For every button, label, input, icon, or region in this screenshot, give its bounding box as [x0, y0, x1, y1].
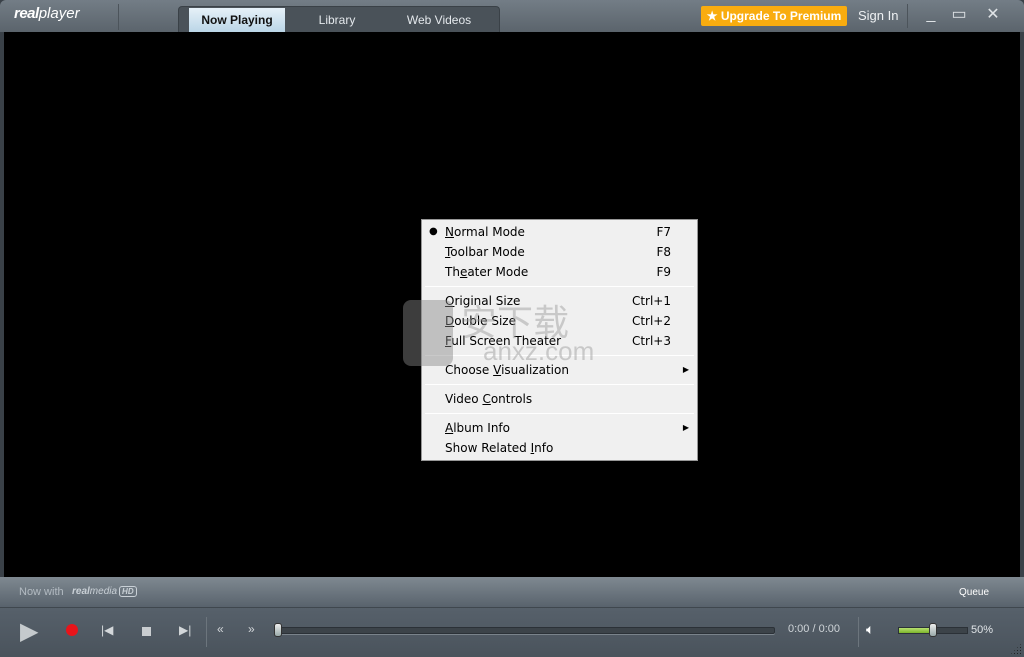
- upgrade-button[interactable]: ★ Upgrade To Premium: [701, 6, 847, 26]
- sign-in-link[interactable]: Sign In: [858, 8, 898, 23]
- play-button[interactable]: ▶: [20, 617, 38, 646]
- previous-button[interactable]: |◀: [101, 623, 113, 637]
- record-button[interactable]: [66, 624, 78, 636]
- realmedia-hd-logo: realmedia HD: [72, 586, 137, 597]
- menu-separator: [425, 286, 694, 287]
- fast-forward-icon: »: [248, 622, 255, 636]
- info-bar: Now with realmedia HD Queue: [0, 577, 1024, 608]
- menu-item-original-size[interactable]: Original Size Ctrl+1: [422, 291, 697, 311]
- volume-fill: [899, 628, 933, 633]
- maximize-button[interactable]: ▭: [948, 5, 970, 25]
- menu-separator: [425, 413, 694, 414]
- volume-percent: 50%: [971, 624, 994, 636]
- next-button[interactable]: ▶|: [179, 623, 191, 637]
- mute-button[interactable]: 🔈︎: [866, 621, 874, 638]
- speaker-icon: 🔈︎: [866, 621, 875, 637]
- shortcut: F9: [656, 265, 671, 279]
- divider: [206, 617, 207, 647]
- bullet-icon: ●: [429, 226, 438, 237]
- shortcut: F8: [656, 245, 671, 259]
- stop-button[interactable]: [142, 627, 151, 636]
- play-icon: ▶: [20, 618, 39, 645]
- menu-item-double-size[interactable]: Double Size Ctrl+2: [422, 311, 697, 331]
- shortcut: Ctrl+2: [631, 314, 671, 328]
- menu-item-theater-mode[interactable]: Theater Mode F9: [422, 262, 697, 282]
- rewind-icon: «: [217, 622, 224, 636]
- title-bar: realplayer Now Playing Library Web Video…: [0, 0, 1024, 33]
- menu-item-toolbar-mode[interactable]: Toolbar Mode F8: [422, 242, 697, 262]
- shortcut: Ctrl+1: [631, 294, 671, 308]
- control-bar: Now with realmedia HD Queue ▶ |◀ ▶| « » 0…: [0, 577, 1024, 657]
- fast-forward-button[interactable]: »: [248, 622, 255, 636]
- submenu-arrow-icon: ▶: [682, 423, 689, 432]
- menu-item-full-screen-theater[interactable]: Full Screen Theater Ctrl+3: [422, 331, 697, 351]
- minimize-button[interactable]: _: [920, 5, 942, 25]
- skip-forward-icon: ▶|: [179, 623, 192, 637]
- logo-bold: real: [14, 5, 39, 22]
- seek-handle[interactable]: [274, 623, 282, 637]
- volume-handle[interactable]: [929, 623, 937, 637]
- upgrade-label: Upgrade To Premium: [720, 9, 842, 23]
- shortcut: Ctrl+3: [631, 334, 671, 348]
- menu-item-show-related-info[interactable]: Show Related Info: [422, 438, 697, 458]
- tab-bar: Now Playing Library Web Videos: [178, 6, 500, 33]
- queue-button[interactable]: Queue: [959, 587, 989, 598]
- menu-item-normal-mode[interactable]: ● Normal Mode F7: [422, 222, 697, 242]
- logo-text: player: [38, 5, 80, 22]
- close-button[interactable]: ✕: [982, 5, 1004, 25]
- menu-item-album-info[interactable]: Album Info ▶: [422, 418, 697, 438]
- star-icon: ★: [706, 9, 718, 23]
- menu-item-choose-visualization[interactable]: Choose Visualization ▶: [422, 360, 697, 380]
- shortcut: F7: [656, 225, 671, 239]
- tab-web-videos[interactable]: Web Videos: [389, 8, 489, 33]
- rewind-button[interactable]: «: [217, 622, 224, 636]
- divider: [118, 4, 119, 30]
- seek-slider[interactable]: [275, 627, 775, 634]
- tab-library[interactable]: Library: [289, 8, 385, 33]
- menu-separator: [425, 384, 694, 385]
- submenu-arrow-icon: ▶: [682, 365, 689, 374]
- divider: [858, 617, 859, 647]
- realplayer-logo: realplayer: [14, 5, 80, 22]
- menu-separator: [425, 355, 694, 356]
- context-menu: ● Normal Mode F7 Toolbar Mode F8 Theater Mo…: [421, 219, 698, 461]
- time-display: 0:00 / 0:00: [788, 623, 840, 635]
- divider: [907, 4, 908, 28]
- resize-grip[interactable]: [1010, 643, 1022, 655]
- skip-back-icon: |◀: [101, 623, 114, 637]
- now-with-label: Now with: [19, 586, 64, 598]
- tab-now-playing[interactable]: Now Playing: [189, 8, 285, 33]
- menu-item-video-controls[interactable]: Video Controls: [422, 389, 697, 409]
